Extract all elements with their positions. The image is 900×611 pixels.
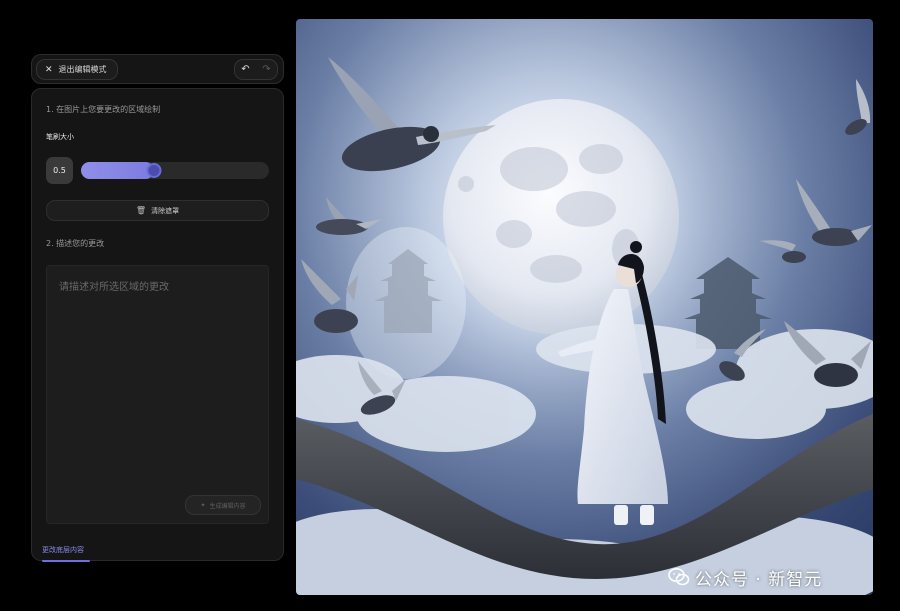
wechat-watermark: 公众号 · 新智元 (668, 565, 823, 590)
brush-size-label: 笔刷大小 (46, 133, 74, 141)
exit-edit-mode-button[interactable]: ✕ 退出编辑模式 (36, 59, 118, 80)
sparkle-icon: ✦ (200, 501, 206, 509)
clear-mask-label: 清除遮罩 (151, 206, 180, 215)
brush-size-slider-fill (81, 162, 155, 179)
exit-edit-mode-label: 退出编辑模式 (58, 65, 107, 74)
tab-change-underlying-content[interactable]: 更改底层内容 (42, 545, 84, 555)
pigeon-right-2 (796, 179, 872, 246)
undo-icon[interactable]: ↶ (241, 64, 249, 75)
pigeon-left-2 (316, 197, 382, 235)
mask-selection-area (346, 227, 466, 379)
edit-panel: 1. 在图片上您要更改的区域绘制 笔刷大小 0.5 🗑 清除遮罩 2. 描述您的… (31, 88, 284, 562)
redo-icon[interactable]: ↷ (262, 64, 270, 75)
generate-edit-button[interactable]: ✦ 生成编辑内容 (185, 495, 261, 515)
pigeon-right-3 (760, 240, 806, 263)
brush-size-slider-thumb[interactable] (146, 163, 162, 178)
pigeon-right-top (845, 79, 871, 135)
step-2-title: 2. 描述您的更改 (46, 239, 105, 248)
clear-mask-button[interactable]: 🗑 清除遮罩 (46, 200, 269, 221)
wechat-logo-icon (668, 568, 690, 586)
step-1-title: 1. 在图片上您要更改的区域绘制 (46, 105, 161, 114)
artwork-illustration (296, 54, 873, 595)
change-description-input[interactable] (46, 265, 269, 524)
close-icon: ✕ (45, 64, 53, 75)
image-canvas[interactable] (296, 19, 873, 595)
brush-size-slider[interactable] (81, 162, 269, 179)
watermark-text: 公众号 · 新智元 (695, 569, 823, 590)
trash-icon: 🗑 (135, 206, 147, 215)
active-tab-indicator (42, 560, 90, 562)
generate-edit-label: 生成编辑内容 (209, 502, 246, 510)
editor-toolbar: ✕ 退出编辑模式 ↶ ↷ (31, 54, 284, 84)
brush-size-value[interactable]: 0.5 (46, 157, 73, 184)
undo-redo-group: ↶ ↷ (234, 59, 278, 80)
